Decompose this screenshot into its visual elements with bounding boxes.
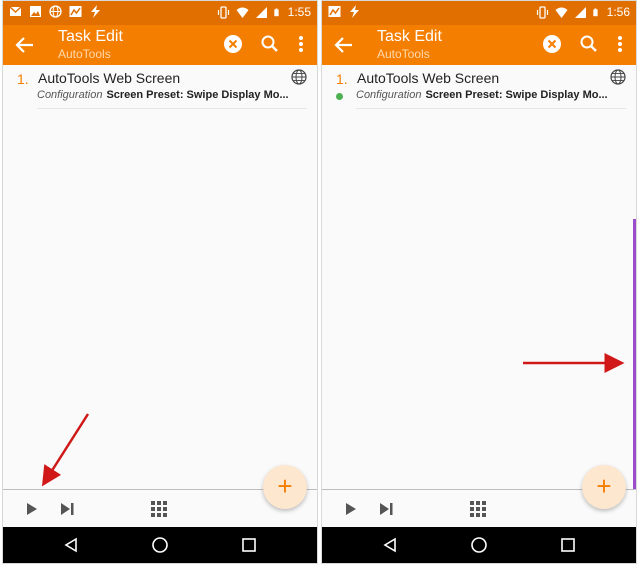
clear-icon[interactable] (223, 34, 243, 54)
running-status-dot (336, 93, 343, 100)
globe-icon (610, 69, 626, 85)
task-number: 1. (336, 71, 348, 87)
add-action-button[interactable]: + (582, 465, 626, 509)
play-icon[interactable] (25, 502, 39, 516)
wifi-icon (555, 7, 568, 18)
nav-back-icon[interactable] (63, 537, 79, 553)
cell-signal-icon (574, 6, 586, 18)
step-icon[interactable] (59, 502, 75, 516)
task-name: AutoTools Web Screen (38, 70, 181, 86)
image-icon (30, 6, 41, 17)
clear-icon[interactable] (542, 34, 562, 54)
app-bar: Task Edit AutoTools (322, 25, 636, 65)
back-arrow-icon[interactable] (13, 33, 37, 57)
more-vert-icon[interactable] (614, 33, 626, 55)
page-title: Task Edit (377, 28, 442, 45)
comparison-stage: 1:55 Task Edit AutoTools 1. AutoTools We… (0, 0, 640, 566)
item-divider (37, 108, 307, 109)
page-title: Task Edit (58, 28, 123, 45)
app-bar: Task Edit AutoTools (3, 25, 317, 65)
nav-recents-icon[interactable] (560, 537, 576, 553)
config-label: Configuration (37, 89, 103, 101)
cell-signal-icon (255, 6, 267, 18)
config-label: Configuration (356, 89, 422, 101)
chart-icon (328, 6, 341, 17)
task-action-item[interactable]: 1. AutoTools Web Screen Configuration Scr… (322, 65, 636, 111)
battery-icon (592, 8, 598, 16)
add-action-button[interactable]: + (263, 465, 307, 509)
config-value: Screen Preset: Swipe Display Mo... (106, 89, 289, 101)
play-icon[interactable] (344, 502, 358, 516)
flash-icon (350, 5, 359, 18)
search-icon[interactable] (259, 33, 281, 55)
globe-icon (49, 5, 62, 18)
status-bar: 1:55 (3, 1, 317, 25)
back-arrow-icon[interactable] (332, 33, 356, 57)
task-name: AutoTools Web Screen (357, 70, 500, 86)
search-icon[interactable] (578, 33, 600, 55)
page-subtitle: AutoTools (58, 47, 111, 61)
globe-icon (291, 69, 307, 85)
phone-screen-right: 1:56 Task Edit AutoTools 1. AutoTools We… (321, 0, 637, 564)
android-nav-bar (322, 527, 636, 563)
more-vert-icon[interactable] (295, 33, 307, 55)
chart-icon (69, 6, 82, 17)
nav-home-icon[interactable] (470, 536, 488, 554)
swipe-edge-bar[interactable] (633, 219, 636, 489)
phone-screen-left: 1:55 Task Edit AutoTools 1. AutoTools We… (2, 0, 318, 564)
grid-icon[interactable] (470, 501, 486, 517)
wifi-icon (236, 7, 249, 18)
task-configuration: Configuration Screen Preset: Swipe Displa… (37, 89, 305, 101)
nav-home-icon[interactable] (151, 536, 169, 554)
battery-icon (273, 8, 279, 16)
nav-back-icon[interactable] (382, 537, 398, 553)
status-time: 1:56 (606, 5, 630, 19)
android-nav-bar (3, 527, 317, 563)
item-divider (356, 108, 626, 109)
config-value: Screen Preset: Swipe Display Mo... (425, 89, 608, 101)
status-bar: 1:56 (322, 1, 636, 25)
task-action-item[interactable]: 1. AutoTools Web Screen Configuration Scr… (3, 65, 317, 111)
step-icon[interactable] (378, 502, 394, 516)
grid-icon[interactable] (151, 501, 167, 517)
mail-icon (9, 6, 22, 16)
flash-icon (91, 5, 100, 18)
status-time: 1:55 (287, 5, 311, 19)
task-configuration: Configuration Screen Preset: Swipe Displa… (356, 89, 624, 101)
vibrate-icon (217, 5, 229, 19)
nav-recents-icon[interactable] (241, 537, 257, 553)
vibrate-icon (536, 5, 548, 19)
task-number: 1. (17, 71, 29, 87)
page-subtitle: AutoTools (377, 47, 430, 61)
